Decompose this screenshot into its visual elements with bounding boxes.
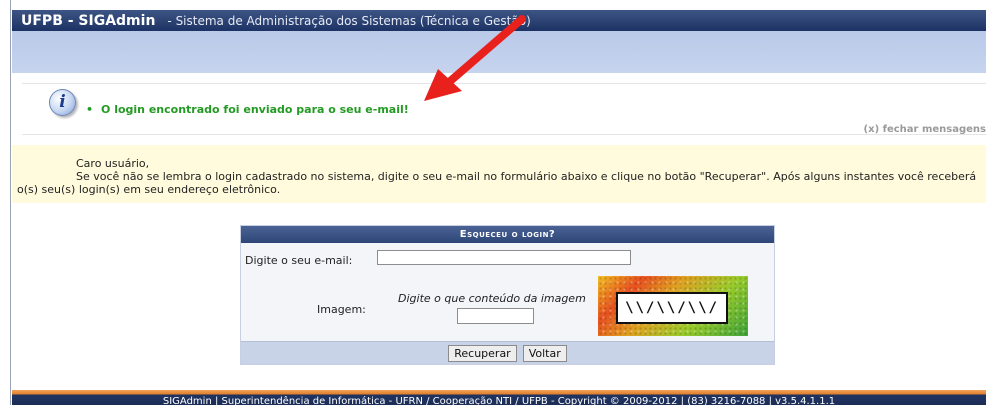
notice-greeting: Caro usuário, <box>76 157 150 170</box>
success-message: O login encontrado foi enviado para o se… <box>86 103 409 116</box>
close-messages-link[interactable]: (x) fechar mensagens <box>864 124 986 135</box>
form-title: Esqueceu o login? <box>241 226 774 243</box>
page-left-border <box>10 0 11 405</box>
captcha-image: \\/\\/\\/ <box>598 276 748 336</box>
message-list: O login encontrado foi enviado para o se… <box>86 103 409 116</box>
email-label: Digite o seu e-mail: <box>245 254 353 267</box>
forgot-login-form: Esqueceu o login? Digite o seu e-mail: I… <box>240 225 775 365</box>
image-label: Imagem: <box>317 303 366 316</box>
footer-text: SIGAdmin | Superintendência de Informáti… <box>162 396 836 405</box>
recover-button[interactable]: Recuperar <box>448 344 517 362</box>
form-actions: Recuperar Voltar <box>241 341 774 364</box>
captcha-hint: Digite o que conteúdo da imagem <box>398 292 586 305</box>
red-arrow-icon <box>424 15 526 101</box>
captcha-text: \\/\\/\\/ <box>616 292 728 324</box>
captcha-field[interactable] <box>457 308 534 324</box>
page-footer: SIGAdmin | Superintendência de Informáti… <box>12 390 986 405</box>
info-icon: i <box>49 89 76 116</box>
notice-body: Se você não se lembra o login cadastrado… <box>17 170 977 196</box>
back-button[interactable]: Voltar <box>522 344 567 362</box>
email-field[interactable] <box>377 250 631 265</box>
instructions-notice: Caro usuário, Se você não se lembra o lo… <box>12 145 986 203</box>
app-name: UFPB - SIGAdmin <box>21 12 156 29</box>
